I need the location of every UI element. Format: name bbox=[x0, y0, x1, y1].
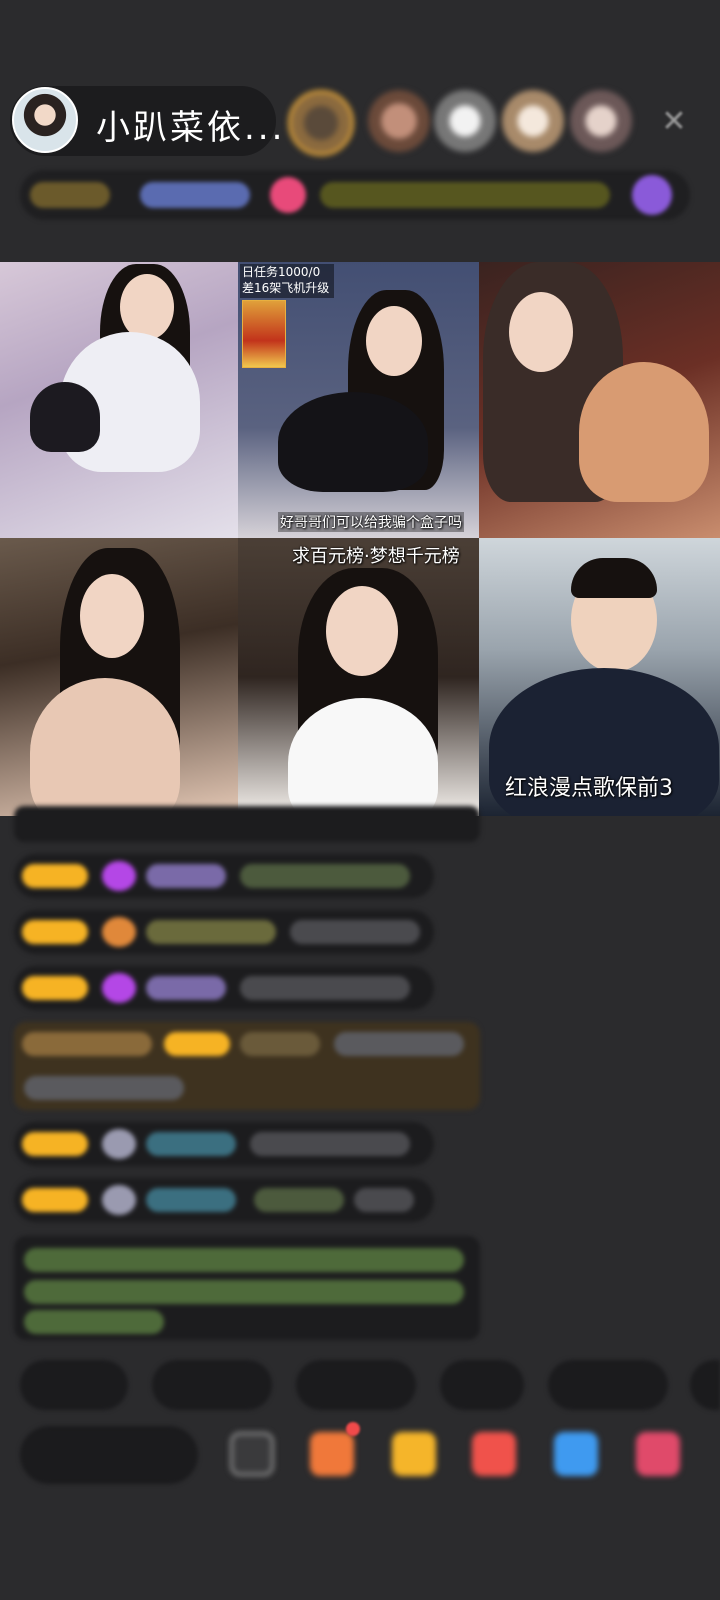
user-avatar[interactable] bbox=[102, 1185, 136, 1215]
video-stream-3[interactable] bbox=[479, 262, 720, 538]
username[interactable] bbox=[146, 1132, 236, 1156]
stream-caption: 红浪漫点歌保前3 bbox=[505, 776, 673, 801]
chat-message-highlight[interactable] bbox=[14, 1022, 480, 1110]
video-stream-4[interactable] bbox=[0, 538, 238, 816]
username[interactable] bbox=[146, 1188, 236, 1212]
streamer-face bbox=[366, 306, 422, 376]
daily-task-box: 日任务1000/0 差16架飞机升级 bbox=[240, 264, 334, 298]
viewer-avatar[interactable] bbox=[368, 90, 430, 152]
streamer-body bbox=[278, 392, 428, 492]
message-text bbox=[334, 1032, 464, 1056]
video-stream-1[interactable] bbox=[0, 262, 238, 538]
message-text bbox=[24, 1076, 184, 1100]
username[interactable] bbox=[146, 864, 226, 888]
level-badge bbox=[22, 864, 88, 888]
task-reward-image bbox=[242, 300, 286, 368]
streamer-hair bbox=[571, 558, 657, 598]
host-avatar[interactable] bbox=[12, 87, 78, 153]
streamer-face bbox=[509, 292, 573, 372]
task-progress: 日任务1000/0 bbox=[242, 265, 321, 279]
chat-message[interactable] bbox=[14, 1122, 434, 1166]
notice-line bbox=[24, 1248, 464, 1272]
streamer-sweater bbox=[579, 362, 709, 502]
streamer-face bbox=[80, 574, 144, 658]
streamer-skirt bbox=[30, 382, 100, 452]
store-icon[interactable] bbox=[636, 1432, 680, 1476]
level-badge bbox=[22, 976, 88, 1000]
video-stream-5[interactable]: 求百元榜·梦想千元榜 bbox=[238, 538, 479, 816]
tag-chip[interactable] bbox=[140, 182, 250, 208]
streamer-body bbox=[30, 678, 180, 816]
viewer-avatar[interactable] bbox=[570, 90, 632, 152]
streamer-face bbox=[120, 274, 174, 340]
fan-badge bbox=[102, 861, 136, 891]
red-packet-icon[interactable] bbox=[310, 1432, 354, 1476]
more-icon[interactable] bbox=[230, 1432, 274, 1476]
chat-message[interactable] bbox=[14, 854, 434, 898]
level-badge bbox=[22, 1132, 88, 1156]
video-stream-6[interactable]: 红浪漫点歌保前3 bbox=[479, 538, 720, 816]
message-text bbox=[254, 1188, 344, 1212]
stream-caption: 好哥哥们可以给我骗个盒子吗 bbox=[278, 512, 464, 532]
tag-chip[interactable] bbox=[320, 182, 610, 208]
chat-message[interactable] bbox=[14, 806, 480, 842]
close-icon[interactable]: ✕ bbox=[652, 100, 696, 144]
notice-line bbox=[24, 1280, 464, 1304]
tag-chip[interactable] bbox=[270, 177, 306, 213]
top-viewer-avatar[interactable] bbox=[288, 90, 354, 156]
user-avatar[interactable] bbox=[102, 1129, 136, 1159]
message-text bbox=[290, 920, 420, 944]
task-remaining: 差16架飞机升级 bbox=[242, 281, 330, 295]
multi-guest-video-grid: 日任务1000/0 差16架飞机升级 好哥哥们可以给我骗个盒子吗 求百元榜·梦想… bbox=[0, 262, 720, 816]
stream-top-caption: 求百元榜·梦想千元榜 bbox=[292, 546, 460, 567]
level-badge bbox=[164, 1032, 230, 1056]
system-notice bbox=[14, 1236, 480, 1340]
fan-badge bbox=[102, 917, 136, 947]
chat-message[interactable] bbox=[14, 966, 434, 1010]
username[interactable] bbox=[146, 976, 226, 1000]
video-stream-2[interactable]: 日任务1000/0 差16架飞机升级 好哥哥们可以给我骗个盒子吗 bbox=[238, 262, 479, 538]
message-text bbox=[240, 976, 410, 1000]
fan-badge bbox=[102, 973, 136, 1003]
quick-reply-button[interactable] bbox=[296, 1360, 416, 1410]
heart-icon[interactable] bbox=[472, 1432, 516, 1476]
message-text bbox=[354, 1188, 414, 1212]
notification-dot bbox=[346, 1422, 360, 1436]
level-badge bbox=[22, 1188, 88, 1212]
quick-reply-button[interactable] bbox=[152, 1360, 272, 1410]
quick-reply-button[interactable] bbox=[548, 1360, 668, 1410]
quick-reply-button[interactable] bbox=[440, 1360, 524, 1410]
room-tags-bar[interactable] bbox=[20, 170, 690, 220]
streamer-face bbox=[326, 586, 398, 676]
game-icon[interactable] bbox=[554, 1432, 598, 1476]
chat-input[interactable] bbox=[20, 1426, 198, 1484]
level-badge bbox=[22, 1032, 152, 1056]
tag-chip[interactable] bbox=[632, 175, 672, 215]
quick-reply-button[interactable] bbox=[20, 1360, 128, 1410]
viewer-avatar[interactable] bbox=[434, 90, 496, 152]
chat-message[interactable] bbox=[14, 910, 434, 954]
host-name[interactable]: 小趴菜依... bbox=[96, 100, 285, 149]
username[interactable] bbox=[146, 920, 276, 944]
message-text bbox=[250, 1132, 410, 1156]
level-badge bbox=[22, 920, 88, 944]
quick-reply-button[interactable] bbox=[690, 1360, 720, 1410]
message-text bbox=[240, 864, 410, 888]
viewer-avatar[interactable] bbox=[502, 90, 564, 152]
gift-icon[interactable] bbox=[392, 1432, 436, 1476]
tag-chip[interactable] bbox=[30, 182, 110, 208]
streamer-top bbox=[288, 698, 438, 816]
chat-message[interactable] bbox=[14, 1178, 434, 1222]
notice-line bbox=[24, 1310, 164, 1334]
username[interactable] bbox=[240, 1032, 320, 1056]
